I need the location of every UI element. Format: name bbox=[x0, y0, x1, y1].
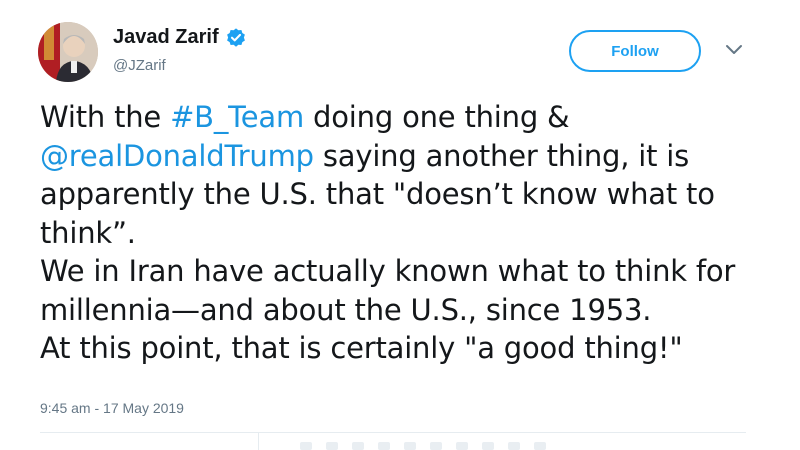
tweet-paragraph-2: We in Iran have actually known what to t… bbox=[40, 254, 736, 327]
tweet-text-segment: doing one thing & bbox=[304, 100, 570, 134]
hashtag-link[interactable]: #B_Team bbox=[170, 100, 304, 134]
faint-avatar bbox=[456, 442, 468, 450]
avatar[interactable] bbox=[38, 22, 98, 82]
faint-avatar bbox=[534, 442, 546, 450]
author-display-name[interactable]: Javad Zarif bbox=[113, 26, 219, 49]
faint-avatar bbox=[378, 442, 390, 450]
divider-tick bbox=[258, 433, 259, 450]
tweet-text-segment: With the bbox=[40, 100, 171, 134]
engagement-avatars-strip bbox=[300, 442, 720, 450]
author-handle[interactable]: @JZarif bbox=[113, 57, 166, 74]
tweet-timestamp[interactable]: 9:45 am - 17 May 2019 bbox=[40, 400, 184, 416]
chevron-down-icon[interactable] bbox=[724, 42, 744, 58]
tweet-paragraph-1: With the #B_Team doing one thing & @real… bbox=[40, 98, 780, 252]
faint-avatar bbox=[404, 442, 416, 450]
verified-badge-icon bbox=[225, 27, 247, 49]
mention-link[interactable]: @realDonaldTrump bbox=[40, 139, 314, 173]
faint-avatar bbox=[508, 442, 520, 450]
tweet-paragraph-3: At this point, that is certainly "a good… bbox=[40, 331, 683, 365]
faint-avatar bbox=[352, 442, 364, 450]
faint-avatar bbox=[430, 442, 442, 450]
faint-avatar bbox=[326, 442, 338, 450]
author-name-row: Javad Zarif bbox=[113, 26, 247, 49]
faint-avatar bbox=[482, 442, 494, 450]
faint-avatar bbox=[300, 442, 312, 450]
divider bbox=[40, 432, 746, 433]
avatar-image bbox=[38, 22, 98, 82]
follow-button[interactable]: Follow bbox=[569, 30, 701, 72]
tweet-text: With the #B_Team doing one thing & @real… bbox=[40, 98, 780, 368]
